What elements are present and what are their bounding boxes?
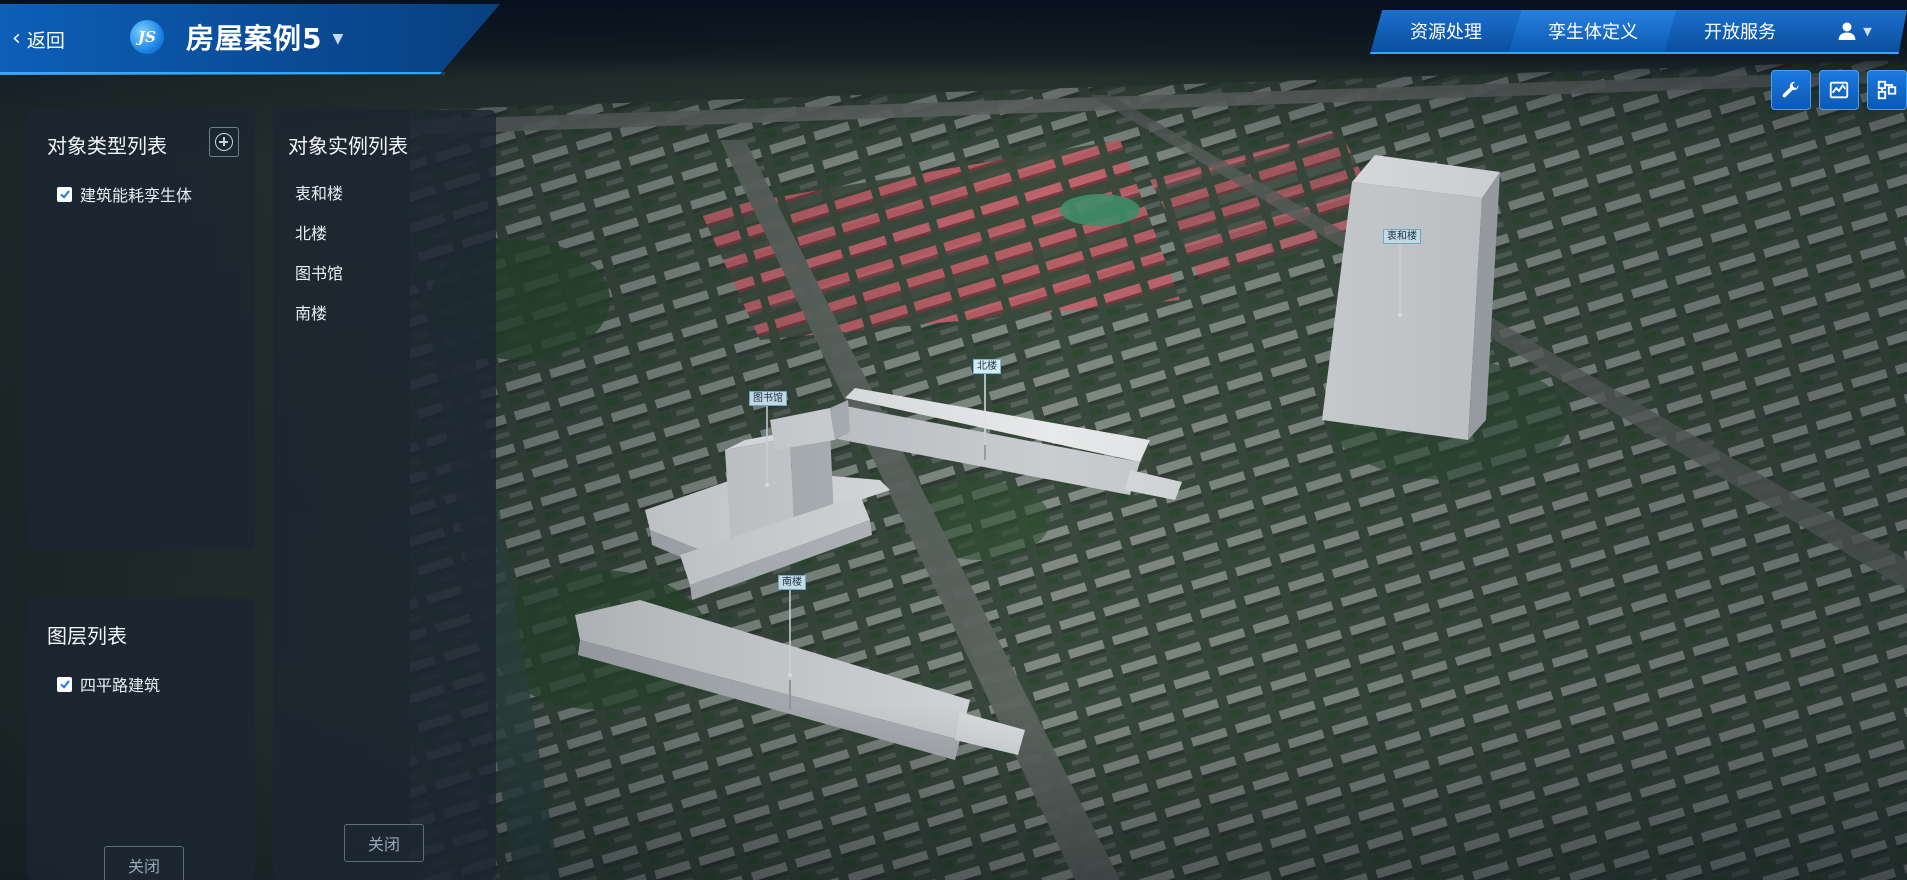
app-logo-text: JS [138, 28, 156, 46]
user-menu-button[interactable]: ▼ [1802, 10, 1907, 54]
instance-item-north[interactable]: 北楼 [295, 220, 327, 244]
layer-panel-close-button[interactable]: 关闭 [104, 846, 184, 880]
project-title: 房屋案例5 [186, 22, 323, 55]
type-item-label: 建筑能耗孪生体 [80, 186, 193, 205]
add-type-button[interactable] [209, 127, 239, 157]
layer-checkbox[interactable] [57, 676, 72, 692]
node-button[interactable] [1867, 70, 1907, 110]
project-selector[interactable]: 房屋案例5 ▼ [186, 18, 344, 56]
chart-icon [1829, 81, 1849, 99]
caret-down-icon: ▼ [332, 31, 345, 47]
chart-button[interactable] [1819, 70, 1859, 110]
tab-label: 资源处理 [1410, 22, 1482, 43]
instance-item-zhonghe[interactable]: 衷和楼 [295, 180, 343, 204]
type-checkbox[interactable] [57, 186, 72, 202]
top-header: ‹ 返回 JS 房屋案例5 ▼ 资源处理 孪生体定义 开放服务 ▼ [0, 0, 1907, 78]
chevron-left-icon: ‹ [12, 26, 21, 51]
object-instance-panel: 对象实例列表 衷和楼 北楼 图书馆 南楼 关闭 [273, 110, 496, 880]
close-label: 关闭 [127, 857, 160, 876]
wrench-icon [1782, 81, 1799, 98]
map-label-zhonghe[interactable]: 衷和楼 [1383, 229, 1421, 244]
layer-item-label: 四平路建筑 [80, 676, 161, 695]
plus-circle-icon [215, 133, 233, 151]
back-label: 返回 [26, 29, 65, 52]
close-label: 关闭 [367, 835, 400, 854]
map-toolbar [1771, 70, 1907, 110]
title-plate-edge [0, 72, 445, 75]
tab-label: 开放服务 [1704, 22, 1776, 43]
tab-resource-processing[interactable]: 资源处理 [1370, 10, 1522, 54]
caret-down-icon: ▼ [1863, 24, 1872, 38]
user-icon [1838, 22, 1856, 40]
layer-panel-title: 图层列表 [47, 624, 127, 648]
map-label-library[interactable]: 图书馆 [749, 391, 787, 406]
check-icon [59, 680, 70, 689]
type-item[interactable]: 建筑能耗孪生体 [57, 182, 192, 206]
object-type-panel: 对象类型列表 建筑能耗孪生体 [27, 110, 255, 550]
app-logo-icon: JS [130, 20, 164, 54]
back-button[interactable]: ‹ 返回 [12, 24, 65, 54]
layer-panel: 图层列表 四平路建筑 关闭 [27, 598, 255, 880]
layer-item[interactable]: 四平路建筑 [57, 672, 160, 696]
instance-item-south[interactable]: 南楼 [295, 300, 327, 324]
main-nav: 资源处理 孪生体定义 开放服务 ▼ [1370, 10, 1907, 54]
map-label-north[interactable]: 北楼 [973, 359, 1001, 374]
node-icon [1877, 80, 1897, 100]
check-icon [59, 190, 70, 199]
wrench-button[interactable] [1771, 70, 1811, 110]
tab-open-services[interactable]: 开放服务 [1664, 10, 1816, 54]
instance-item-library[interactable]: 图书馆 [295, 260, 343, 284]
map-label-south[interactable]: 南楼 [778, 575, 806, 590]
object-type-panel-title: 对象类型列表 [47, 134, 167, 158]
tab-label: 孪生体定义 [1548, 22, 1638, 43]
instance-panel-close-button[interactable]: 关闭 [344, 824, 424, 862]
tab-twin-definition[interactable]: 孪生体定义 [1508, 10, 1678, 54]
object-instance-panel-title: 对象实例列表 [288, 134, 408, 158]
